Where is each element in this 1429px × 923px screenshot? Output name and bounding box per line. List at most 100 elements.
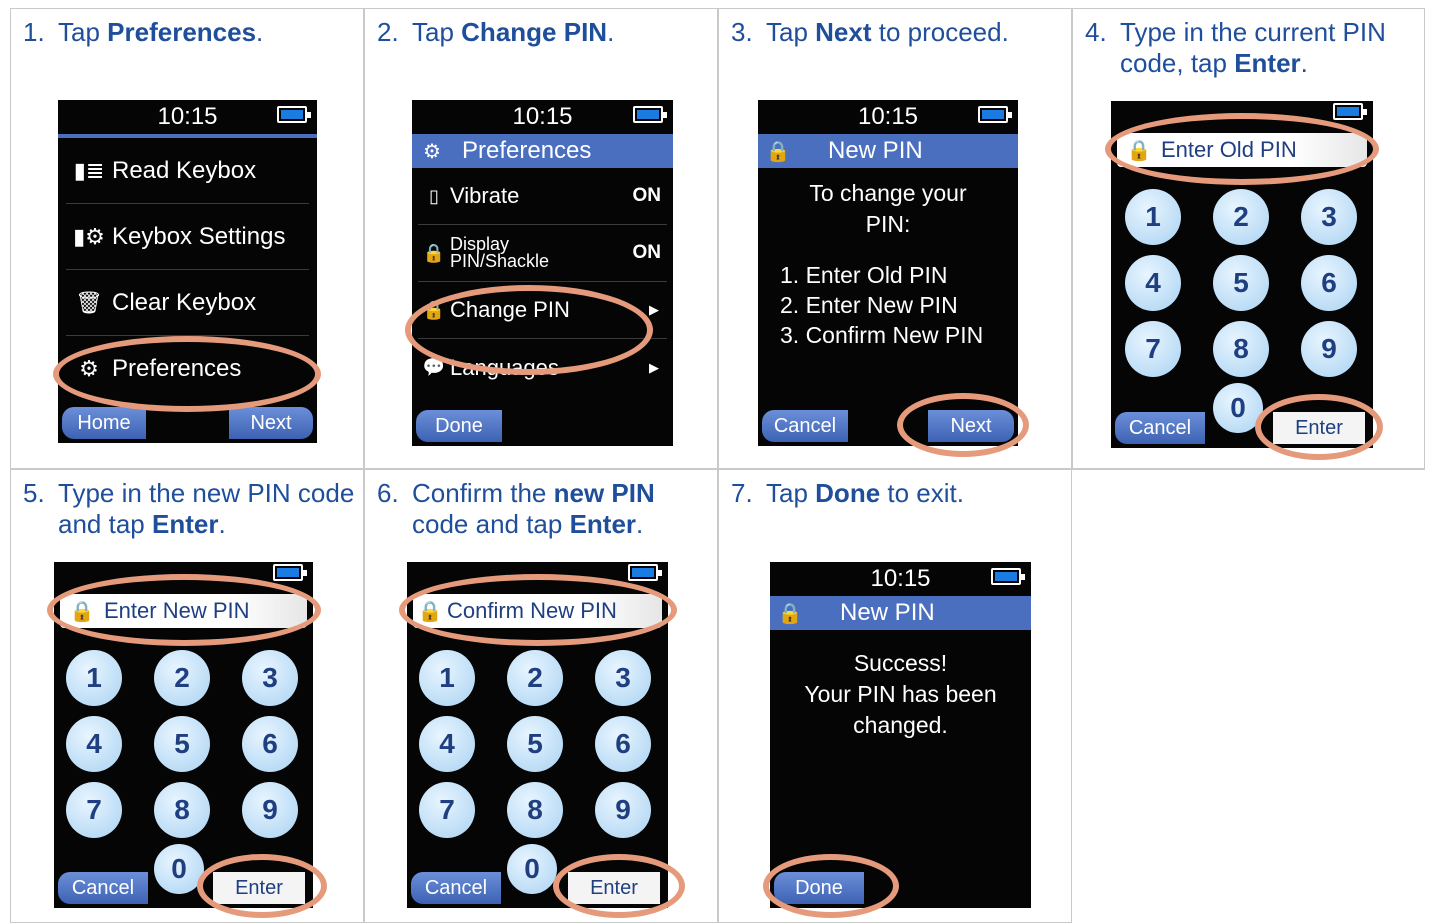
step-6-instruction: 6. Confirm the new PIN code and tap Ente… [377,478,655,539]
device-screen-success: 10:15 🔒 New PIN Success! Your PIN has bee… [770,562,1031,908]
step-5-cell: 5. Type in the new PIN code and tap Ente… [10,469,364,923]
done-button[interactable]: Done [774,872,864,904]
key-6[interactable]: 6 [595,716,651,772]
menu-item-preferences[interactable]: ⚙ Preferences [66,336,309,402]
device-screen-enter-old-pin: 🔒 Enter Old PIN 1 2 3 4 5 6 7 8 9 0 Cance… [1111,101,1373,448]
home-button[interactable]: Home [62,407,146,439]
key-2[interactable]: 2 [154,650,210,706]
lock-icon: 🔒 [765,140,791,163]
enter-button[interactable]: Enter [568,872,660,904]
key-7[interactable]: 7 [1125,321,1181,377]
next-button[interactable]: Next [229,407,313,439]
done-button[interactable]: Done [416,410,502,442]
key-5[interactable]: 5 [507,716,563,772]
step-2-cell: 2. Tap Change PIN. 10:15 ⚙ Preferences ▯ V… [364,8,718,469]
title-bar: 🔒 New PIN [770,596,1031,630]
step-3-cell: 3. Tap Next to proceed. 10:15 🔒 New PIN T… [718,8,1072,469]
key-8[interactable]: 8 [154,782,210,838]
key-5[interactable]: 5 [154,716,210,772]
battery-icon [1333,103,1367,120]
key-6[interactable]: 6 [242,716,298,772]
step-2-instruction: 2. Tap Change PIN. [377,17,615,47]
arrow-right-icon: ▶ [649,302,659,317]
next-button[interactable]: Next [928,410,1014,442]
menu-item-clear-keybox[interactable]: 🗑 Clear Keybox [66,270,309,336]
key-8[interactable]: 8 [507,782,563,838]
key-2[interactable]: 2 [507,650,563,706]
keybox-gear-icon: ▮⚙ [73,223,105,249]
key-6[interactable]: 6 [1301,255,1357,311]
battery-icon [991,568,1025,585]
cancel-button[interactable]: Cancel [411,872,501,904]
pin-entry-field[interactable]: 🔒 Enter Old PIN [1117,133,1367,167]
chat-icon: 💬 [422,357,446,377]
step-1-instruction: 1. Tap Preferences. [23,17,264,47]
pref-languages[interactable]: 💬 Languages ▶ [418,339,667,396]
lock-icon: 🔒 [777,602,803,625]
key-1[interactable]: 1 [1125,189,1181,245]
device-screen-confirm-new-pin: 🔒 Confirm New PIN 1 2 3 4 5 6 7 8 9 0 Can… [407,562,668,908]
status-bar: 10:15 [758,100,1018,134]
step-1-cell: 1. Tap Preferences. 10:15 ▮≣ Read Keybox … [10,8,364,469]
menu-item-read-keybox[interactable]: ▮≣ Read Keybox [66,138,309,204]
key-7[interactable]: 7 [419,782,475,838]
lock-icon: 🔒 [422,242,446,263]
key-5[interactable]: 5 [1213,255,1269,311]
key-8[interactable]: 8 [1213,321,1269,377]
gear-icon: ⚙ [423,140,441,163]
title-bar: 🔒 New PIN [758,134,1018,168]
lock-icon: 🔒 [1126,139,1152,162]
pin-entry-field[interactable]: 🔒 Confirm New PIN [413,594,662,628]
battery-icon [273,564,307,581]
enter-button[interactable]: Enter [213,872,305,904]
step-5-instruction: 5. Type in the new PIN code and tap Ente… [23,478,355,539]
menu-item-keybox-settings[interactable]: ▮⚙ Keybox Settings [66,204,309,270]
battery-icon [633,106,667,123]
pin-entry-field[interactable]: 🔒 Enter New PIN [60,594,307,628]
status-bar [1111,101,1373,125]
key-9[interactable]: 9 [1301,321,1357,377]
device-screen-enter-new-pin: 🔒 Enter New PIN 1 2 3 4 5 6 7 8 9 0 Cance… [54,562,313,908]
step-3-instruction: 3. Tap Next to proceed. [731,17,1009,47]
key-9[interactable]: 9 [595,782,651,838]
cancel-button[interactable]: Cancel [1115,412,1205,444]
key-4[interactable]: 4 [66,716,122,772]
device-screen-main-menu: 10:15 ▮≣ Read Keybox ▮⚙ Keybox Settings 🗑 C… [58,100,317,443]
cancel-button[interactable]: Cancel [58,872,148,904]
key-0[interactable]: 0 [507,844,557,894]
key-7[interactable]: 7 [66,782,122,838]
key-3[interactable]: 3 [1301,189,1357,245]
key-1[interactable]: 1 [419,650,475,706]
device-screen-new-pin-info: 10:15 🔒 New PIN To change your PIN: 1. Ent… [758,100,1018,446]
battery-icon [628,564,662,581]
key-9[interactable]: 9 [242,782,298,838]
cancel-button[interactable]: Cancel [762,410,848,442]
key-0[interactable]: 0 [1213,383,1263,433]
key-4[interactable]: 4 [1125,255,1181,311]
pref-display-pin-shackle[interactable]: 🔒 Display PIN/Shackle ON [418,225,667,282]
status-bar [54,562,313,586]
device-screen-preferences: 10:15 ⚙ Preferences ▯ Vibrate ON 🔒 Display PI… [412,100,673,446]
step-6-cell: 6. Confirm the new PIN code and tap Ente… [364,469,718,923]
trash-icon: 🗑 [75,289,103,315]
status-bar: 10:15 [58,100,317,134]
key-0[interactable]: 0 [154,844,204,894]
key-1[interactable]: 1 [66,650,122,706]
battery-icon [978,106,1012,123]
title-bar: ⚙ Preferences [412,134,673,168]
enter-button[interactable]: Enter [1273,412,1365,444]
pref-change-pin[interactable]: 🔒 Change PIN ▶ [418,282,667,339]
key-3[interactable]: 3 [595,650,651,706]
step-4-cell: 4. Type in the current PIN code, tap Ent… [1072,8,1425,469]
key-3[interactable]: 3 [242,650,298,706]
gear-icon: ⚙ [79,356,99,381]
empty-cell [1072,469,1425,923]
status-bar: 10:15 [770,562,1031,596]
status-bar [407,562,668,586]
status-bar: 10:15 [412,100,673,134]
pref-vibrate[interactable]: ▯ Vibrate ON [418,168,667,225]
key-2[interactable]: 2 [1213,189,1269,245]
key-4[interactable]: 4 [419,716,475,772]
step-7-instruction: 7. Tap Done to exit. [731,478,964,508]
lock-icon: 🔒 [69,600,95,623]
